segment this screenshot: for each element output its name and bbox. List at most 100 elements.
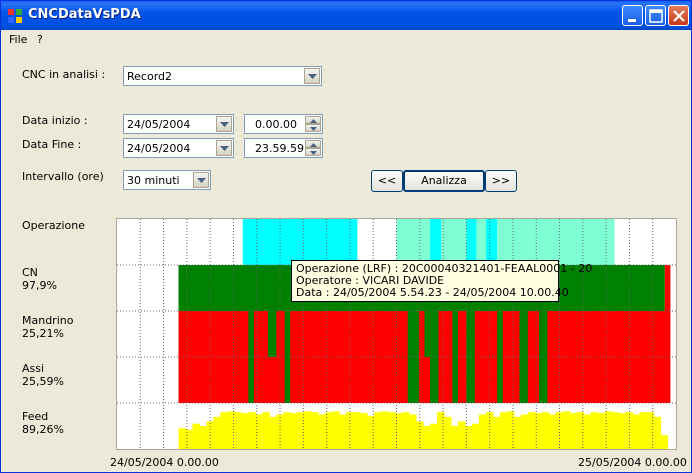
- close-button[interactable]: [668, 5, 689, 26]
- analizza-button[interactable]: Analizza: [403, 170, 485, 192]
- segment-operazione-6: [485, 219, 498, 265]
- chevron-down-icon: [310, 127, 317, 131]
- intervallo-label: Intervallo (ore): [22, 170, 104, 183]
- segment-mandrino-4: [407, 311, 419, 357]
- feed-bar: [339, 414, 347, 449]
- row-label-cn: CN: [22, 266, 38, 279]
- data-fine-time-up[interactable]: [305, 140, 321, 148]
- segment-mandrino-8: [497, 311, 503, 357]
- feed-bar: [290, 413, 298, 449]
- tooltip-line-data: Data : 24/05/2004 5.54.23 - 24/05/2004 1…: [296, 286, 569, 299]
- feed-bar: [653, 416, 662, 449]
- row-label-feed: Feed: [22, 410, 49, 423]
- feed-bar: [430, 423, 438, 449]
- data-fine-label: Data Fine :: [22, 138, 82, 151]
- row-value-cn: 97,9%: [22, 279, 57, 292]
- feed-bar: [423, 426, 431, 449]
- feed-bar: [527, 412, 536, 449]
- feed-bar: [402, 412, 410, 449]
- segment-mandrino-5: [424, 311, 439, 357]
- data-fine-date-picker[interactable]: 24/05/2004: [123, 138, 234, 158]
- intervallo-dropdown-button[interactable]: [193, 172, 209, 188]
- cnc-label: CNC in analisi :: [22, 68, 106, 81]
- data-inizio-time: 0.00.00: [255, 118, 297, 131]
- chevron-down-icon: [220, 122, 229, 127]
- data-inizio-time-up[interactable]: [305, 116, 321, 124]
- row-label-operazione: Operazione: [22, 219, 85, 232]
- segment-operazione-5: [476, 219, 486, 265]
- data-fine-time-down[interactable]: [305, 148, 321, 156]
- feed-bar: [541, 412, 550, 449]
- cnc-dropdown-button[interactable]: [304, 68, 320, 84]
- feed-bar: [241, 413, 249, 449]
- feed-bar: [283, 412, 291, 449]
- feed-bar: [353, 412, 361, 449]
- feed-bar: [269, 416, 277, 449]
- timeline-chart-svg[interactable]: [117, 219, 676, 449]
- maximize-button[interactable]: [645, 5, 666, 26]
- prev-button[interactable]: <<: [371, 170, 403, 192]
- feed-bar: [276, 414, 284, 449]
- feed-bar: [248, 412, 256, 449]
- feed-bar: [520, 414, 529, 449]
- feed-bar: [178, 428, 186, 449]
- feed-bar: [388, 412, 396, 449]
- segment-mandrino-3: [284, 311, 291, 357]
- feed-bar: [639, 412, 648, 449]
- cnc-select[interactable]: Record2: [123, 66, 322, 86]
- axis-start-label: 24/05/2004 0.00.00: [110, 456, 219, 469]
- data-inizio-label: Data inizio :: [22, 114, 88, 127]
- app-window: CNCDataVsPDA File ? CNC in analisi : Rec…: [0, 0, 692, 473]
- window-title: CNCDataVsPDA: [28, 7, 141, 22]
- feed-bar: [451, 426, 459, 449]
- feed-bar: [618, 413, 627, 449]
- intervallo-select[interactable]: 30 minuti: [123, 170, 211, 190]
- segment-assi-7: [497, 357, 503, 403]
- feed-bar: [381, 411, 389, 449]
- segment-mandrino-6: [452, 311, 458, 357]
- feed-bar: [213, 416, 221, 449]
- segment-assi-5: [452, 357, 458, 403]
- close-icon: [673, 10, 685, 22]
- segment-assi-8: [519, 357, 528, 403]
- data-inizio-dropdown-button[interactable]: [216, 116, 232, 132]
- feed-bar: [569, 413, 578, 449]
- feed-bar: [318, 414, 326, 449]
- menu-help[interactable]: ?: [37, 33, 43, 46]
- cnc-value: Record2: [127, 70, 173, 83]
- menu-bar: File ?: [1, 30, 691, 48]
- data-inizio-time-down[interactable]: [305, 124, 321, 132]
- segment-operazione-4: [466, 219, 477, 265]
- segment-operazione-2: [430, 219, 442, 265]
- feed-bar: [534, 413, 543, 449]
- feed-bar: [444, 416, 452, 449]
- segment-operazione-0: [242, 219, 358, 265]
- next-button[interactable]: >>: [485, 170, 517, 192]
- minimize-button[interactable]: [622, 5, 643, 26]
- chevron-up-icon: [310, 119, 317, 123]
- timeline-chart[interactable]: [116, 218, 677, 450]
- feed-bar: [409, 414, 417, 449]
- data-inizio-date-picker[interactable]: 24/05/2004: [123, 114, 234, 134]
- feed-bar: [548, 414, 557, 449]
- feed-bar: [562, 411, 571, 449]
- chevron-up-icon: [310, 143, 317, 147]
- row-label-mandrino: Mandrino: [22, 314, 74, 327]
- feed-bar: [604, 411, 613, 449]
- chevron-down-icon: [220, 146, 229, 151]
- data-fine-time-spinner[interactable]: 23.59.59: [244, 138, 323, 158]
- feed-bar: [632, 414, 641, 449]
- data-inizio-time-spinner[interactable]: 0.00.00: [244, 114, 323, 134]
- segment-assi-6: [466, 357, 475, 403]
- data-fine-dropdown-button[interactable]: [216, 140, 232, 156]
- segment-operazione-3: [441, 219, 467, 265]
- title-bar[interactable]: CNCDataVsPDA: [1, 1, 691, 30]
- feed-bar: [311, 412, 319, 449]
- feed-bar: [506, 411, 515, 449]
- segment-assi-4: [430, 357, 439, 403]
- chevron-down-icon: [310, 151, 317, 155]
- app-icon: [8, 9, 22, 23]
- feed-bar: [395, 413, 403, 449]
- feed-bar: [499, 412, 508, 449]
- menu-file[interactable]: File: [9, 33, 27, 46]
